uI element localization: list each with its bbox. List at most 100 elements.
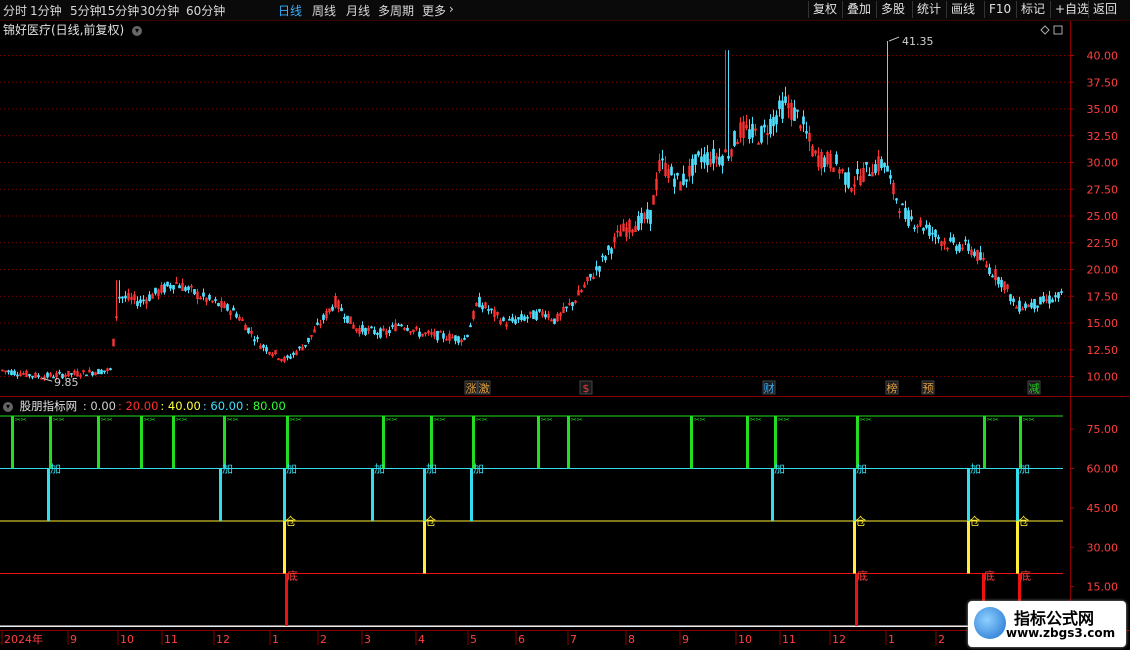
ind-bar-green-label: ✂✂ (15, 416, 27, 424)
candle-body (661, 158, 664, 161)
candle-body (292, 352, 295, 355)
candle-body (1015, 306, 1018, 309)
candle-body (670, 166, 673, 176)
ind-bar-green (1019, 416, 1022, 469)
ind-bar-cyan-label: 加 (426, 463, 437, 476)
ind-bar-green (223, 416, 226, 469)
candle-body (1051, 299, 1054, 303)
candle-body (262, 344, 265, 348)
candle-body (805, 131, 808, 134)
indicator-param: : 60.00 (202, 399, 244, 413)
candle-body (934, 229, 937, 238)
ind-bar-yellow-label: 仓 (285, 514, 296, 528)
candle-body (703, 154, 706, 163)
ind-bar-green (567, 416, 570, 469)
candle-body (1048, 295, 1051, 304)
candle-body (124, 295, 127, 299)
candle-body (802, 116, 805, 125)
candle-body (697, 151, 700, 156)
ind-bar-green (856, 416, 859, 469)
candle-body (727, 155, 730, 159)
price-tick-label: 30.00 (1087, 157, 1119, 170)
ind-bar-yellow (853, 521, 856, 574)
time-axis-label: 2 (938, 633, 945, 646)
ind-bar-cyan (967, 468, 970, 521)
candle-body (265, 347, 268, 352)
chevron-down-icon[interactable]: ▾ (3, 401, 13, 412)
candle-body (139, 299, 142, 304)
indicator-param: : 40.00 (160, 399, 201, 413)
candle-body (775, 115, 778, 125)
indicator-title[interactable]: ▾ 股朋指标网 : 0.00: 20.00: 40.00: 60.00: 80.… (3, 398, 286, 414)
candle-body (361, 325, 364, 332)
candle-body (109, 368, 112, 370)
ind-tick-label: 60.00 (1087, 463, 1119, 476)
ind-bar-green-label: ✂✂ (227, 416, 239, 424)
candle-body (1000, 279, 1003, 288)
candle-body (85, 374, 88, 377)
candle-body (10, 370, 13, 376)
chevron-down-icon[interactable]: ▾ (132, 25, 143, 36)
candle-body (637, 216, 640, 230)
candle-body (487, 309, 490, 311)
candle-body (904, 207, 907, 220)
event-tag-text: 预 (923, 382, 934, 395)
main-chart-title[interactable]: 锦好医疗(日线,前复权) ▾ (3, 21, 145, 38)
candle-body (925, 224, 928, 228)
candle-body (886, 165, 889, 172)
time-axis-label: 6 (518, 633, 525, 646)
indicator-param: : 20.00 (117, 399, 159, 413)
candle-body (466, 334, 469, 338)
ind-bar-green (172, 416, 175, 469)
candle-body (544, 314, 547, 318)
candle-body (760, 126, 763, 143)
candle-body (922, 227, 925, 231)
ind-bar-cyan (1016, 468, 1019, 521)
candle-body (796, 109, 799, 112)
time-axis-label: 4 (418, 633, 425, 646)
candle-body (1018, 300, 1021, 312)
candle-body (523, 316, 526, 321)
candle-body (100, 369, 103, 375)
candle-body (751, 123, 754, 138)
price-tick-label: 12.50 (1087, 344, 1119, 357)
chart-area: 40.00 37.50 35.00 32.50 30.00 27.50 25.00 22.50… (0, 21, 1130, 646)
ind-bar-green-label: ✂✂ (778, 416, 790, 424)
candle-body (46, 372, 49, 378)
candle-body (1033, 298, 1036, 309)
candle-body (142, 299, 145, 302)
ind-bar-green (286, 416, 289, 469)
time-axis-label: 12 (216, 633, 230, 646)
ind-bar-yellow-label: 仓 (425, 514, 436, 528)
candle-body (640, 212, 643, 224)
ind-bar-green-label: ✂✂ (571, 416, 583, 424)
candle-body (166, 281, 169, 287)
candle-body (307, 337, 310, 343)
time-axis-label: 1 (888, 633, 895, 646)
candle-body (865, 161, 868, 165)
time-axis-label: 2 (320, 633, 327, 646)
candle-body (70, 373, 73, 375)
candle-body (874, 164, 877, 174)
candle-body (463, 338, 466, 340)
candle-body (373, 329, 376, 334)
candle-body (511, 317, 514, 322)
candle-body (1042, 295, 1045, 302)
candle-body (478, 296, 481, 308)
candle-body (733, 131, 736, 146)
candle-body (304, 344, 307, 347)
candle-body (991, 275, 994, 278)
ind-bar-cyan-label: 加 (50, 463, 61, 476)
candle-body (376, 332, 379, 335)
event-tag-text: 减 (1029, 382, 1040, 395)
high-price-label: 41.35 (902, 35, 934, 48)
candle-body (13, 370, 16, 375)
candle-body (481, 305, 484, 310)
diamond-icon (1040, 25, 1050, 35)
candle-body (103, 370, 106, 373)
candle-body (187, 286, 190, 291)
candle-body (340, 307, 343, 312)
candle-body (508, 318, 511, 321)
ind-bar-cyan-label: 加 (774, 463, 785, 476)
candle-body (691, 158, 694, 176)
